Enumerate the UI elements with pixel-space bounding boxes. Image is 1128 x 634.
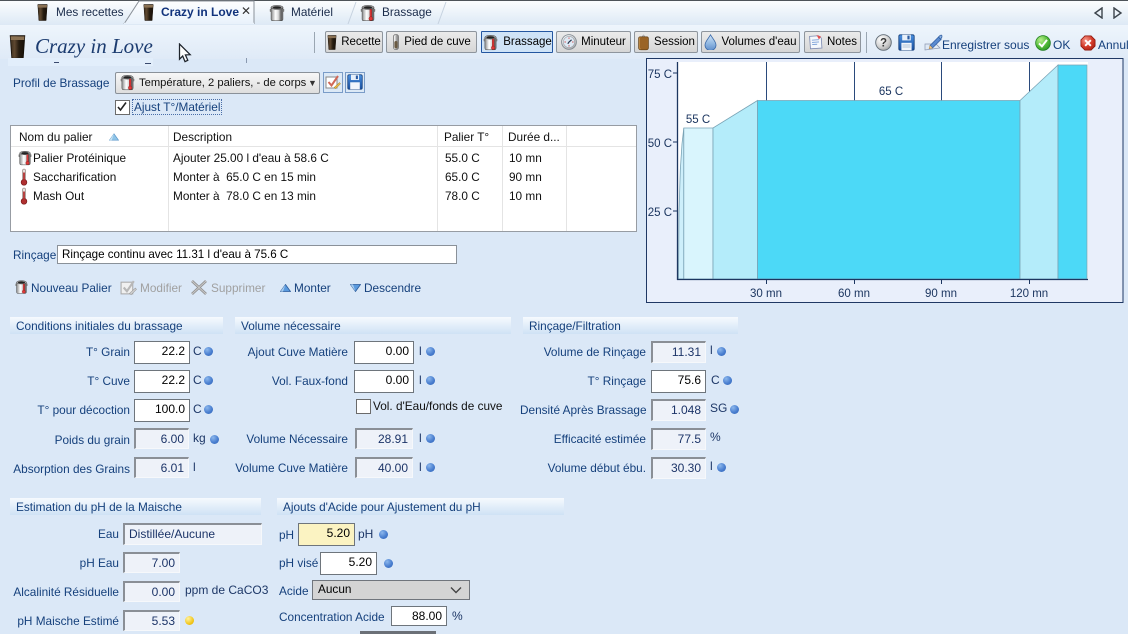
svg-text:90 mn: 90 mn [925,288,957,300]
svg-text:120 mn: 120 mn [1010,288,1048,300]
svg-text:55 C: 55 C [686,114,710,126]
svg-text:30 mn: 30 mn [750,288,782,300]
svg-text:75 C: 75 C [648,69,672,81]
svg-text:60 mn: 60 mn [838,288,870,300]
svg-text:65 C: 65 C [879,86,903,98]
svg-text:25 C: 25 C [648,207,672,219]
svg-text:?: ? [880,38,887,50]
svg-text:50 C: 50 C [648,138,672,150]
